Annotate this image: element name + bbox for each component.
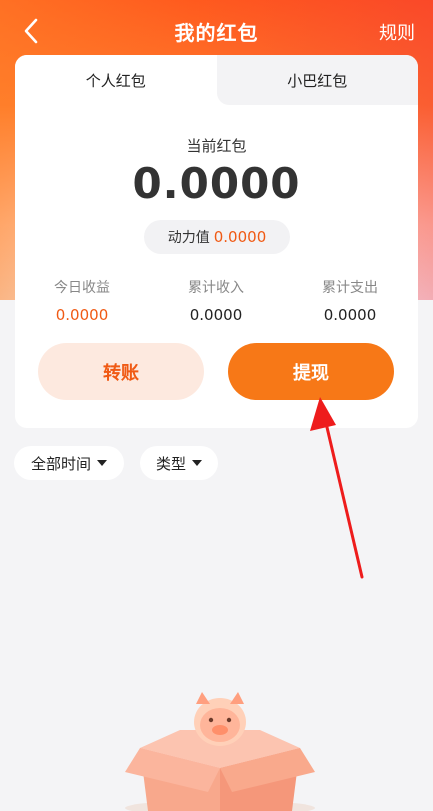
stat-today-income: 今日收益 0.0000 (15, 277, 149, 324)
empty-state-box-illustration (125, 692, 315, 811)
power-label: 动力值 (167, 230, 210, 246)
tab-xiaoba-packet[interactable]: 小巴红包 (216, 55, 418, 105)
type-filter-label: 类型 (155, 454, 186, 473)
stat-value: 0.0000 (189, 306, 243, 324)
caret-down-icon (97, 460, 107, 466)
power-value-badge: 动力值 0.0000 (144, 220, 290, 254)
caret-down-icon (192, 460, 202, 466)
time-filter-label: 全部时间 (30, 454, 91, 473)
stat-label: 今日收益 (54, 280, 110, 296)
red-packet-card: 个人红包 小巴红包 当前红包 0.0000 动力值 0.0000 今日收益 0.… (15, 55, 418, 428)
stat-value: 0.0000 (55, 306, 109, 324)
stats-row: 今日收益 0.0000 累计收入 0.0000 累计支出 0.0000 (15, 277, 418, 327)
packet-tabs: 个人红包 小巴红包 (15, 55, 418, 105)
stat-value: 0.0000 (323, 306, 377, 324)
page-title: 我的红包 (174, 21, 259, 45)
top-bar: 我的红包 规则 (0, 0, 433, 62)
rules-link[interactable]: 规则 (379, 19, 415, 45)
stat-label: 累计支出 (322, 280, 378, 296)
balance-label: 当前红包 (186, 137, 247, 155)
stat-total-expense: 累计支出 0.0000 (283, 277, 417, 324)
balance-value: 0.0000 (132, 159, 301, 208)
type-filter-dropdown[interactable]: 类型 (140, 446, 218, 480)
withdraw-button[interactable]: 提现 (228, 343, 394, 400)
tab-personal-packet[interactable]: 个人红包 (15, 55, 217, 105)
transfer-button[interactable]: 转账 (38, 343, 204, 400)
stat-label: 累计收入 (188, 280, 244, 296)
power-value: 0.0000 (213, 228, 267, 246)
time-filter-dropdown[interactable]: 全部时间 (14, 446, 124, 480)
stat-total-income: 累计收入 0.0000 (149, 277, 283, 324)
annotation-arrow-icon (310, 397, 364, 579)
